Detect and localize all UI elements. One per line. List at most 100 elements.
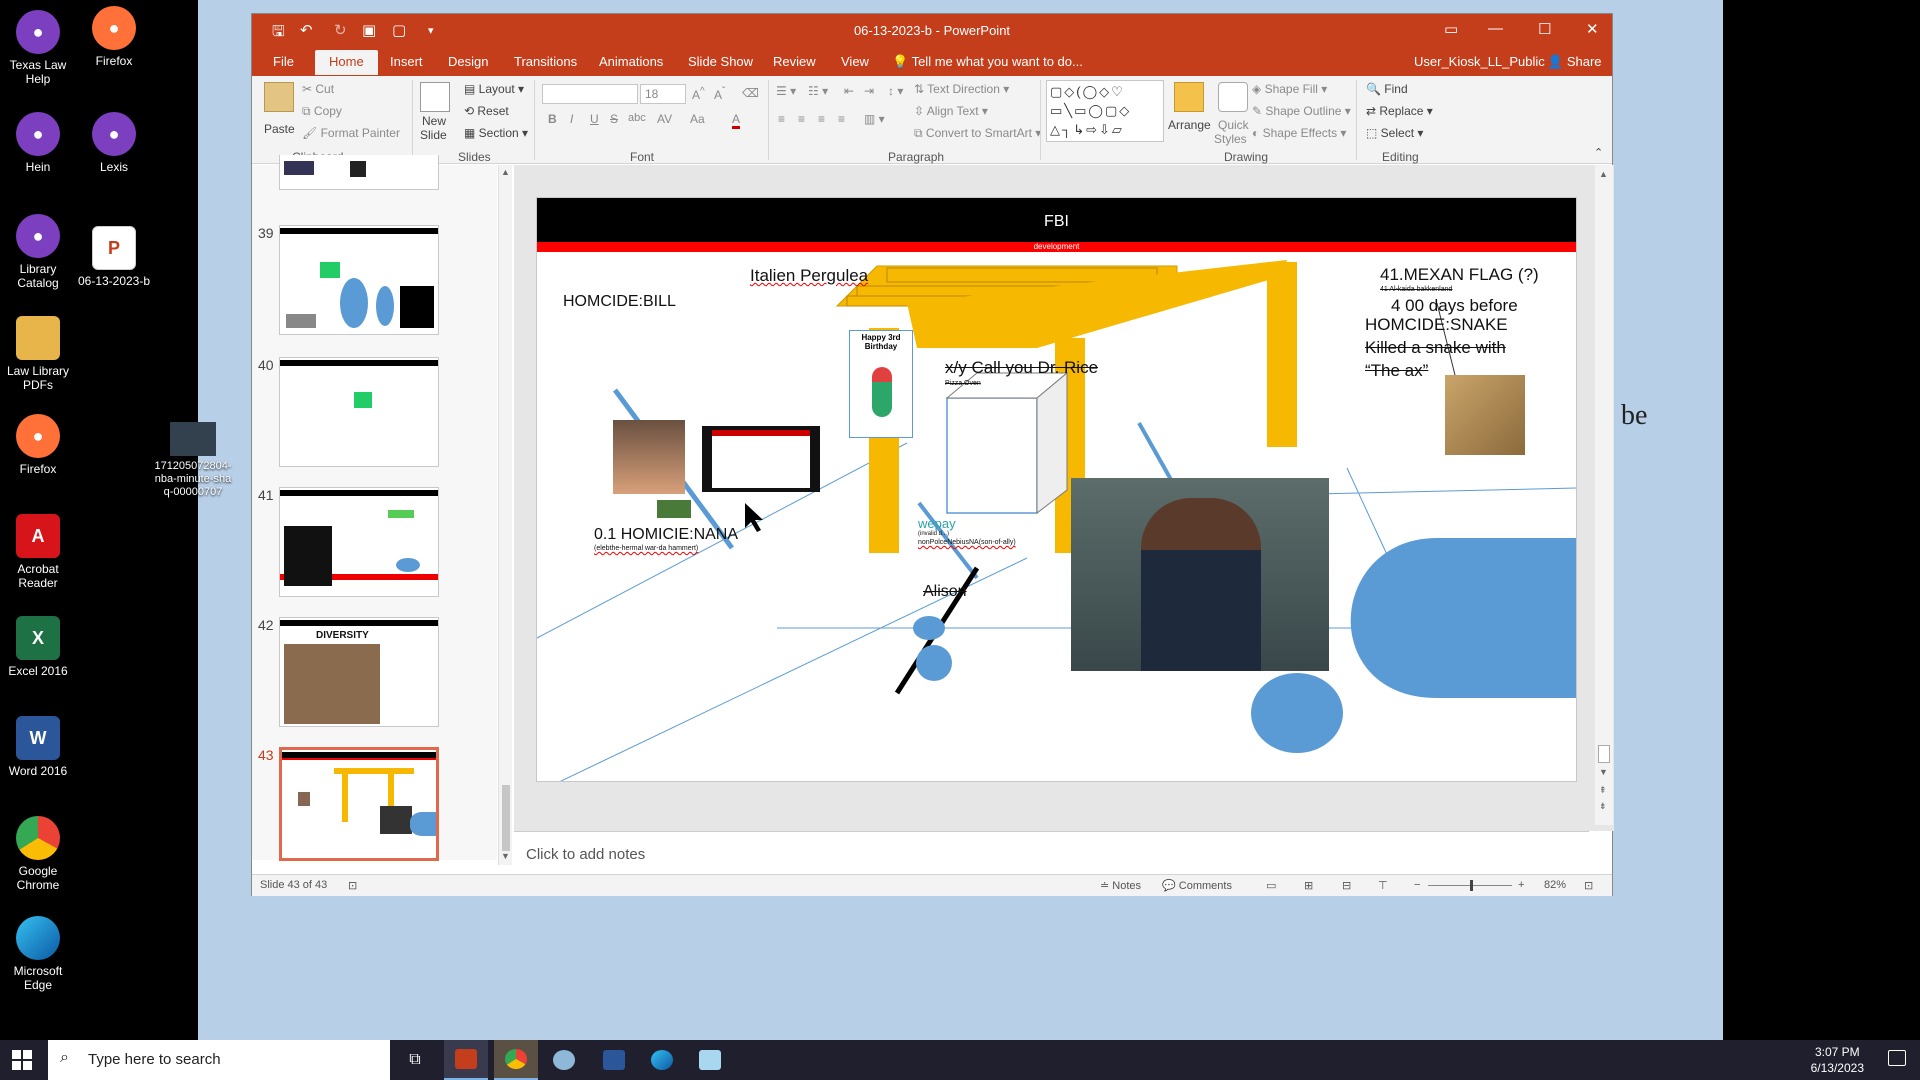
paste-button[interactable]: Paste — [264, 122, 295, 136]
taskbar-app-generic[interactable] — [542, 1040, 586, 1080]
slideshow-view-icon[interactable]: ⊤ — [1378, 879, 1388, 892]
bullets-icon[interactable]: ☰ ▾ — [776, 84, 796, 98]
desktop-icon-word[interactable]: W Word 2016 — [0, 716, 76, 778]
cut-button[interactable]: ✂ Cut — [302, 82, 334, 96]
tab-animations[interactable]: Animations — [599, 54, 663, 69]
slide-sorter-icon[interactable]: ⊞ — [1304, 879, 1313, 892]
change-case-button[interactable]: Aa — [690, 112, 705, 126]
scroll-up-icon[interactable]: ▲ — [501, 167, 510, 177]
desktop-icon-shaq-image[interactable]: 171205072804-nba-minute-shaq-00000707 — [152, 422, 234, 499]
maximize-icon[interactable]: ☐ — [1538, 20, 1551, 38]
scroll-down-icon[interactable]: ▼ — [1599, 767, 1608, 777]
tab-insert[interactable]: Insert — [390, 54, 423, 69]
quick-styles-button-line2[interactable]: Styles — [1214, 132, 1247, 146]
quick-styles-icon[interactable] — [1218, 82, 1248, 112]
slide-vertical-scrollbar[interactable]: ▲ ▼ ⇞ ⇟ — [1595, 165, 1613, 825]
start-button[interactable] — [12, 1050, 32, 1070]
taskbar-edge[interactable] — [640, 1040, 684, 1080]
notes-toggle[interactable]: ≐ Notes — [1100, 879, 1141, 892]
zoom-slider[interactable] — [1428, 880, 1512, 891]
font-color-button[interactable]: A — [732, 112, 741, 129]
italic-button[interactable]: I — [570, 112, 573, 126]
killed-snake-text[interactable]: Killed a snake with — [1365, 338, 1506, 358]
quick-styles-button[interactable]: Quick — [1218, 118, 1249, 132]
align-right-icon[interactable]: ≡ — [818, 112, 825, 126]
shapes-gallery[interactable]: ▢◇(◯◇♡ ▭╲▭◯▢◇ △┐↳⇨⇩▱ — [1046, 80, 1164, 142]
website-screenshot[interactable] — [702, 426, 820, 492]
tab-review[interactable]: Review — [773, 54, 816, 69]
tell-me-search[interactable]: 💡 Tell me what you want to do... — [892, 54, 1083, 70]
share-button[interactable]: 👤 Share — [1539, 52, 1610, 72]
shape-fill-button[interactable]: ◈ Shape Fill ▾ — [1252, 82, 1327, 96]
desktop-icon-firefox-2[interactable]: ● Firefox — [0, 414, 76, 476]
tab-home[interactable]: Home — [315, 50, 378, 75]
collapse-ribbon-icon[interactable]: ⌃ — [1594, 146, 1603, 159]
italien-pergulea-text[interactable]: Italien Pergulea — [750, 266, 868, 286]
birthday-card[interactable]: Happy 3rd Birthday — [849, 330, 913, 438]
desktop-icon-lexis[interactable]: ● Lexis — [76, 112, 152, 174]
columns-icon[interactable]: ▥ ▾ — [864, 112, 885, 126]
shape-effects-button[interactable]: ◐ Shape Effects ▾ — [1252, 126, 1346, 140]
taskbar-powerpoint[interactable] — [444, 1040, 488, 1080]
system-clock[interactable]: 3:07 PM 6/13/2023 — [1811, 1044, 1864, 1076]
desktop-icon-chrome[interactable]: Google Chrome — [0, 816, 76, 892]
next-slide-icon[interactable]: ⇟ — [1599, 801, 1607, 812]
reading-view-icon[interactable]: ⊟ — [1342, 879, 1351, 892]
current-slide[interactable]: FBI development Italien Pergulea HOMCIDE… — [536, 197, 1577, 782]
reset-button[interactable]: ⟲ Reset — [464, 104, 509, 118]
scroll-thumb[interactable] — [502, 785, 510, 851]
arrange-icon[interactable] — [1174, 82, 1204, 112]
numbering-icon[interactable]: ☷ ▾ — [808, 84, 828, 98]
homicide-bill-text[interactable]: HOMCIDE:BILL — [563, 293, 676, 311]
slide-thumbnail-42[interactable]: DIVERSITY — [279, 617, 439, 727]
tab-file[interactable]: File — [273, 54, 294, 69]
zoom-slider-thumb[interactable] — [1470, 880, 1473, 891]
ribbon-display-options-icon[interactable]: ▭ — [1444, 20, 1458, 38]
font-name-combobox[interactable] — [542, 84, 638, 104]
increase-font-icon[interactable]: A^ — [692, 86, 705, 102]
slide-thumbnail-41[interactable] — [279, 487, 439, 597]
replace-button[interactable]: ⇄ Replace ▾ — [1366, 104, 1433, 118]
new-slide-button-line2[interactable]: Slide — [420, 128, 447, 142]
desktop-icon-firefox[interactable]: ● Firefox — [76, 6, 152, 68]
minimize-icon[interactable]: — — [1488, 20, 1503, 37]
zoom-in-icon[interactable]: + — [1518, 879, 1524, 891]
normal-view-icon[interactable]: ▭ — [1266, 879, 1276, 892]
homicide-nana-text[interactable]: 0.1 HOMICIE:NANA — [594, 526, 738, 544]
arrange-button[interactable]: Arrange — [1168, 118, 1211, 132]
underline-button[interactable]: U — [590, 112, 599, 126]
days-before-text[interactable]: 4 00 days before — [1391, 296, 1518, 316]
layout-button[interactable]: ▤ Layout ▾ — [464, 82, 524, 96]
align-left-icon[interactable]: ≡ — [778, 112, 785, 126]
copy-button[interactable]: ⧉ Copy — [302, 104, 342, 119]
flag-small-text[interactable]: 41 Al-kaida bakkenland — [1380, 286, 1452, 293]
call-you-dr-rice-text[interactable]: x/y Call you Dr. Rice — [945, 358, 1098, 378]
nonpolice-text[interactable]: nonPolceNebiusNA(son-of-ally) — [918, 539, 1016, 546]
thumbnails-scrollbar[interactable]: ▲ ▼ — [498, 165, 512, 865]
wepay-text[interactable]: wepay — [918, 516, 956, 531]
desktop-icon-edge[interactable]: Microsoft Edge — [0, 916, 76, 992]
mexican-flag-text[interactable]: 41.MEXAN FLAG (?) — [1380, 265, 1539, 285]
snake-photo[interactable] — [1445, 375, 1525, 455]
desktop-icon-law-library-pdfs[interactable]: Law Library PDFs — [0, 316, 76, 392]
desktop-icon-acrobat[interactable]: A Acrobat Reader — [0, 514, 76, 590]
decrease-indent-icon[interactable]: ⇤ — [844, 84, 854, 98]
tab-view[interactable]: View — [841, 54, 869, 69]
desktop-icon-pptx-file[interactable]: P 06-13-2023-b — [76, 226, 152, 288]
desktop-icon-hein[interactable]: ● Hein — [0, 112, 76, 174]
pizza-oven-text[interactable]: Pizza Oven — [945, 380, 981, 387]
the-ax-text[interactable]: “The ax” — [1365, 361, 1428, 381]
strikethrough-button[interactable]: S — [610, 112, 618, 126]
slide-thumbnail-38[interactable] — [279, 155, 439, 190]
slide-thumbnail-39[interactable] — [279, 225, 439, 335]
tab-slide-show[interactable]: Slide Show — [688, 54, 753, 69]
user-account[interactable]: User_Kiosk_LL_Public — [1414, 54, 1545, 69]
convert-smartart-button[interactable]: ⧉ Convert to SmartArt ▾ — [914, 126, 1041, 141]
paste-icon[interactable] — [264, 82, 294, 112]
slide-thumbnail-40[interactable] — [279, 357, 439, 467]
tab-transitions[interactable]: Transitions — [514, 54, 577, 69]
shape-outline-button[interactable]: ✎ Shape Outline ▾ — [1252, 104, 1351, 118]
text-shadow-button[interactable]: abc — [628, 112, 646, 124]
fit-to-window-icon[interactable]: ⊡ — [1584, 879, 1593, 892]
slide-thumbnail-43[interactable] — [279, 747, 439, 861]
